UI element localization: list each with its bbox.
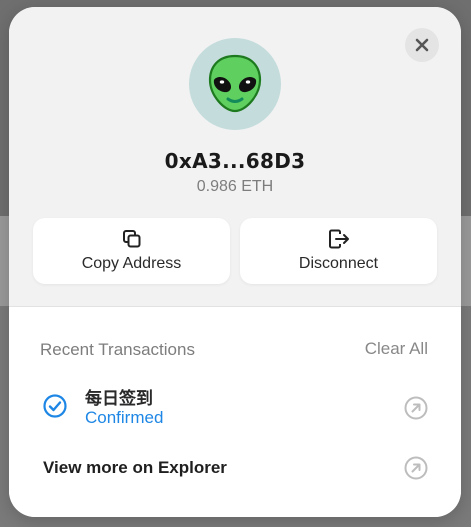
transaction-title: 每日签到 bbox=[85, 389, 153, 409]
wallet-address: 0xA3...68D3 bbox=[164, 149, 306, 173]
logout-icon bbox=[328, 229, 349, 249]
copy-address-button[interactable]: Copy Address bbox=[33, 218, 230, 284]
copy-icon bbox=[122, 230, 140, 248]
alien-emoji bbox=[208, 54, 262, 113]
check-circle-icon bbox=[43, 394, 67, 418]
clear-all-button[interactable]: Clear All bbox=[365, 339, 428, 359]
view-on-explorer-link[interactable]: View more on Explorer bbox=[43, 455, 428, 485]
transaction-status: Confirmed bbox=[85, 408, 164, 427]
disconnect-button[interactable]: Disconnect bbox=[240, 218, 437, 284]
copy-address-label: Copy Address bbox=[81, 255, 182, 272]
external-link-icon[interactable] bbox=[404, 396, 428, 420]
explorer-label: View more on Explorer bbox=[43, 458, 227, 477]
external-link-icon bbox=[404, 456, 428, 480]
recent-transactions-title: Recent Transactions bbox=[40, 340, 195, 359]
transaction-row[interactable]: 每日签到 Confirmed bbox=[40, 382, 428, 432]
account-modal: 0xA3...68D3 0.986 ETH Copy Address Disco… bbox=[9, 7, 461, 517]
avatar bbox=[189, 38, 281, 130]
disconnect-label: Disconnect bbox=[298, 255, 379, 272]
wallet-balance: 0.986 ETH bbox=[196, 178, 274, 195]
close-icon bbox=[415, 38, 429, 52]
close-button[interactable] bbox=[405, 28, 439, 62]
